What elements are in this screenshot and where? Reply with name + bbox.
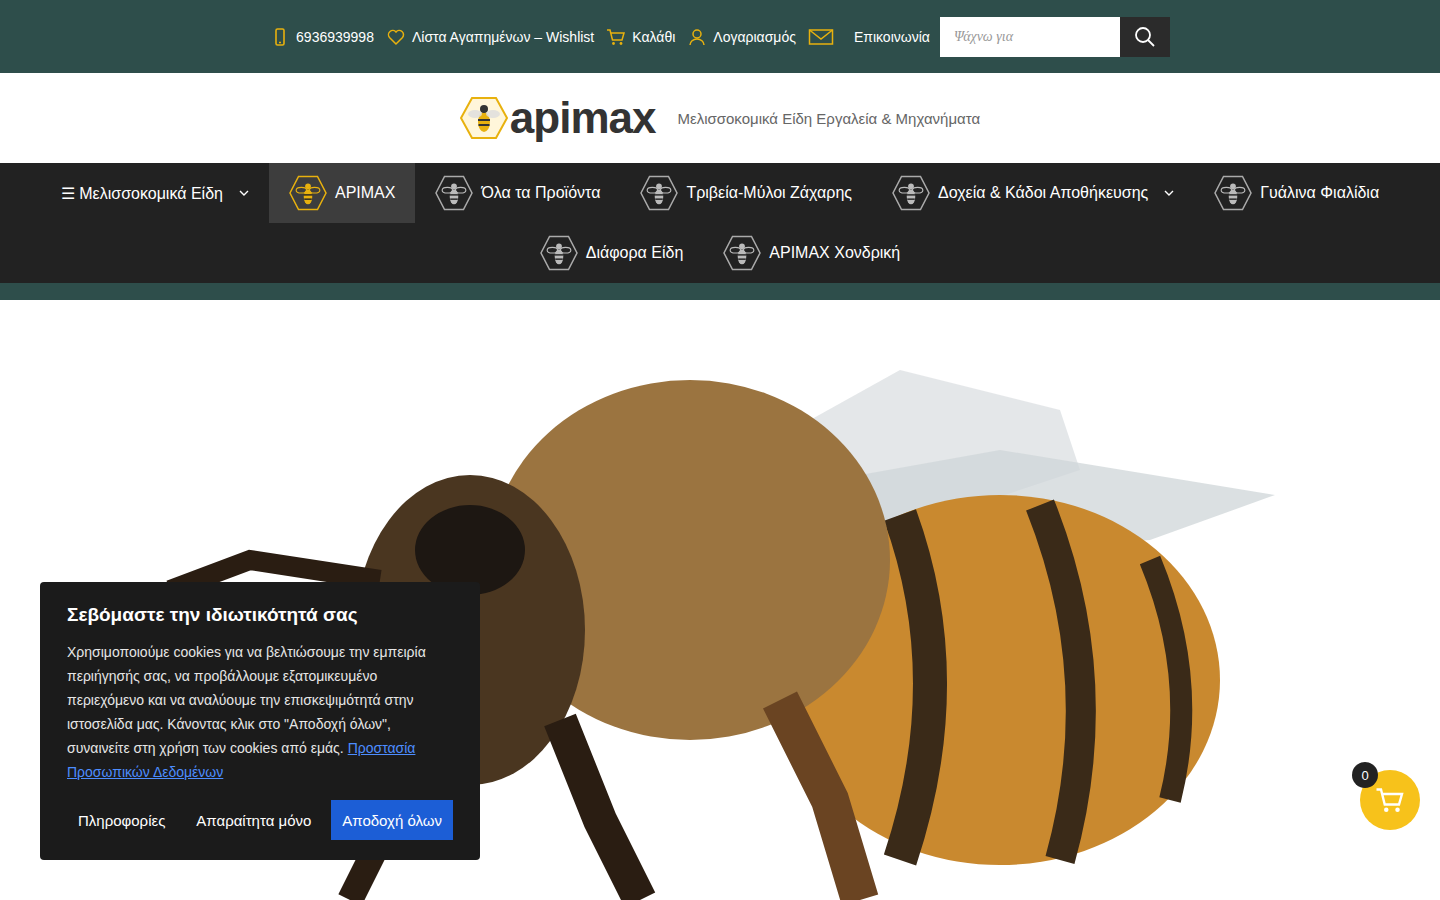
search-input[interactable] bbox=[940, 17, 1120, 57]
nav-item[interactable]: Τριβεία-Μύλοι Ζάχαρης bbox=[620, 163, 872, 223]
bee-hexagon-icon bbox=[435, 175, 473, 211]
top-link[interactable]: 6936939998 bbox=[270, 27, 374, 47]
chevron-down-icon bbox=[1164, 190, 1174, 196]
nav-item[interactable]: Γυάλινα Φιαλίδια bbox=[1194, 163, 1399, 223]
logo-row: apimax Μελισσοκομικά Είδη Εργαλεία & Μηχα… bbox=[0, 73, 1440, 163]
cookie-button[interactable]: Πληροφορίες bbox=[67, 800, 176, 840]
cookie-button[interactable]: Αποδοχή όλων bbox=[331, 800, 453, 840]
nav-item[interactable]: APIMAX Χονδρική bbox=[703, 223, 920, 283]
cookie-button[interactable]: Απαραίτητα μόνο bbox=[185, 800, 322, 840]
top-link[interactable]: Καλάθι bbox=[606, 27, 675, 47]
mail-icon bbox=[808, 27, 834, 47]
bee-hexagon-icon bbox=[1214, 175, 1252, 211]
search-button[interactable] bbox=[1120, 17, 1170, 57]
heart-icon bbox=[386, 27, 406, 47]
top-link[interactable]: Επικοινωνία bbox=[808, 27, 930, 47]
bee-hexagon-icon bbox=[540, 235, 578, 271]
cart-count-badge: 0 bbox=[1352, 762, 1378, 788]
magnifier-icon bbox=[1134, 26, 1156, 48]
cookie-banner: Σεβόμαστε την ιδιωτικότητά σας Χρησιμοποι… bbox=[40, 582, 480, 860]
top-links: 6936939998 Λίστα Αγαπημένων – Wishlist Καλ… bbox=[270, 27, 930, 47]
cookie-title: Σεβόμαστε την ιδιωτικότητά σας bbox=[67, 604, 453, 626]
cookie-text: Χρησιμοποιούμε cookies για να βελτιώσουμ… bbox=[67, 640, 453, 784]
phone-icon bbox=[270, 27, 290, 47]
top-link[interactable]: Λίστα Αγαπημένων – Wishlist bbox=[386, 27, 594, 47]
nav-item[interactable]: APIMAX bbox=[269, 163, 415, 223]
bee-hexagon-icon bbox=[723, 235, 761, 271]
bee-hexagon-icon bbox=[289, 175, 327, 211]
tagline: Μελισσοκομικά Είδη Εργαλεία & Μηχανήματα bbox=[678, 110, 981, 127]
floating-cart-button[interactable]: 0 bbox=[1360, 770, 1420, 830]
bee-hexagon-logo-icon bbox=[460, 96, 508, 140]
cookie-buttons: ΠληροφορίεςΑπαραίτητα μόνοΑποδοχή όλων bbox=[67, 800, 453, 840]
nav-item[interactable]: Όλα τα Προϊόντα bbox=[415, 163, 620, 223]
main-nav: ☰ Μελισσοκομικά ΕίδηAPIMAXΌλα τα Προϊόντ… bbox=[0, 163, 1440, 283]
privacy-link[interactable]: Προστασία Προσωπικών Δεδομένων bbox=[67, 740, 415, 780]
page: 6936939998 Λίστα Αγαπημένων – Wishlist Καλ… bbox=[0, 0, 1440, 900]
top-bar: 6936939998 Λίστα Αγαπημένων – Wishlist Καλ… bbox=[0, 0, 1440, 73]
cart-icon bbox=[606, 27, 626, 47]
cart-icon bbox=[1375, 785, 1405, 815]
search-box bbox=[940, 17, 1170, 57]
logo[interactable]: apimax bbox=[460, 93, 656, 143]
bee-hexagon-icon bbox=[640, 175, 678, 211]
nav-item[interactable]: Διάφορα Είδη bbox=[520, 223, 704, 283]
chevron-down-icon bbox=[239, 190, 249, 196]
nav-item[interactable]: ☰ Μελισσοκομικά Είδη bbox=[41, 163, 269, 223]
user-icon bbox=[687, 27, 707, 47]
nav-item[interactable]: Δοχεία & Κάδοι Αποθήκευσης bbox=[872, 163, 1194, 223]
teal-strip bbox=[0, 283, 1440, 300]
bee-hexagon-icon bbox=[892, 175, 930, 211]
top-link[interactable]: Λογαριασμός bbox=[687, 27, 796, 47]
